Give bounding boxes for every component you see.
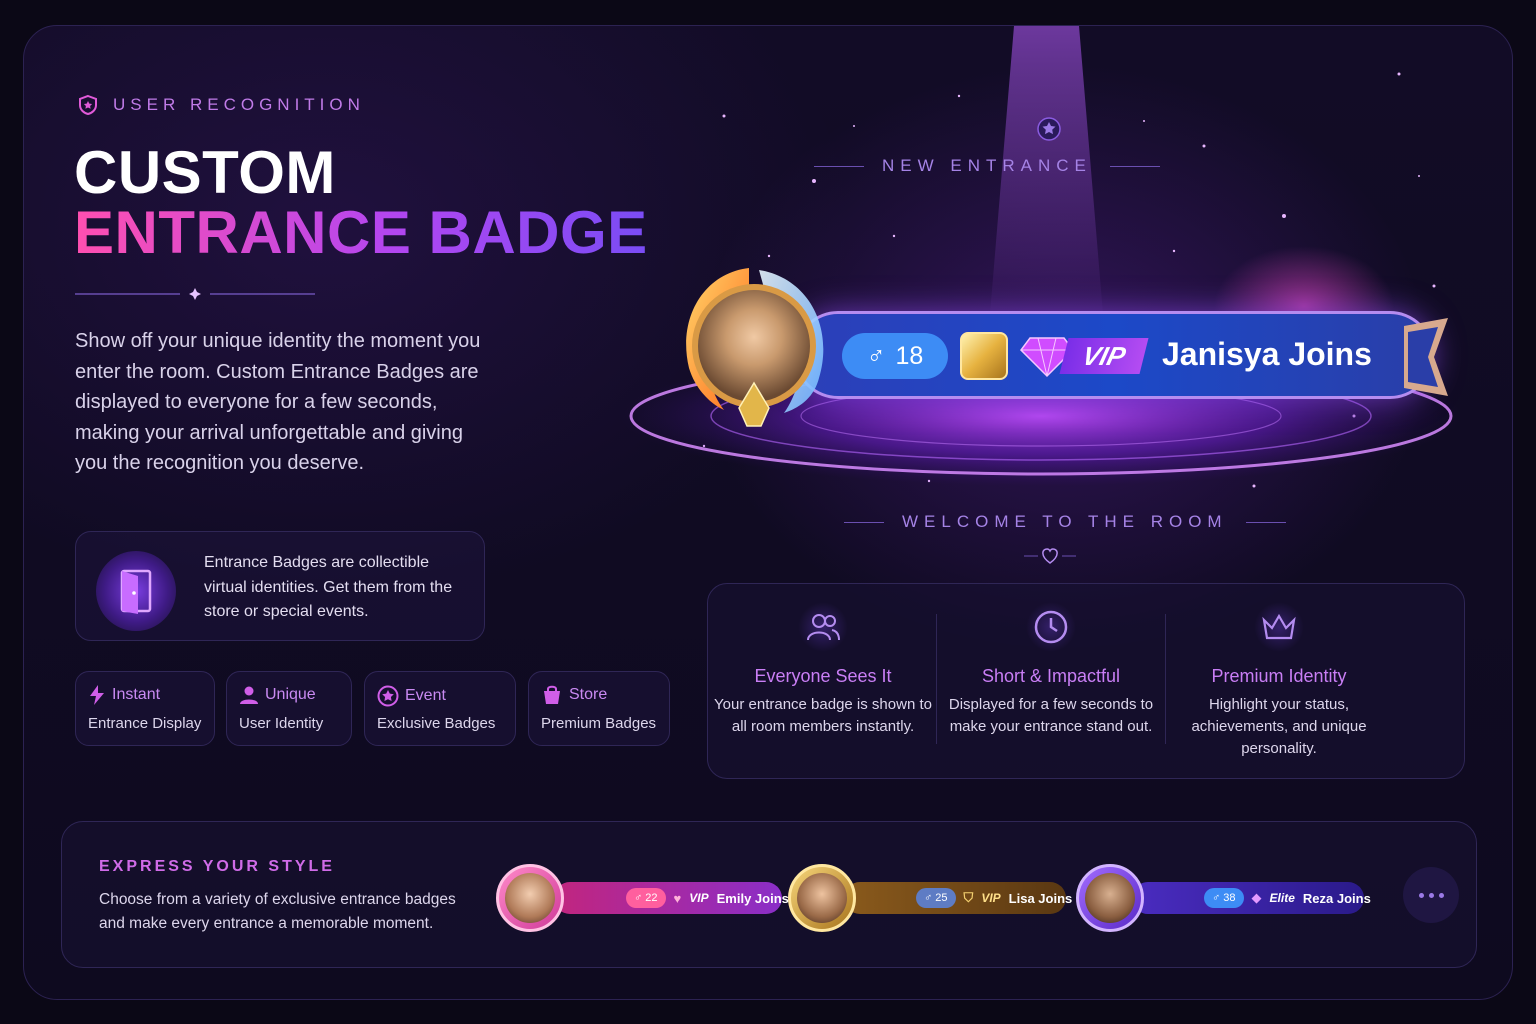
feature-desc: Highlight your status, achievements, and… (1191, 696, 1367, 757)
welcome-text: WELCOME TO THE ROOM (902, 512, 1228, 531)
express-desc: Choose from a variety of exclusive entra… (99, 891, 456, 933)
star-badge-icon (377, 685, 399, 707)
dot (1438, 892, 1444, 898)
intro-paragraph: Show off your unique identity the moment… (75, 330, 481, 475)
feature-everyone: Everyone Sees It Your entrance badge is … (708, 602, 938, 738)
user-icon (240, 686, 258, 704)
label-line-right (1245, 521, 1286, 523)
shield-icon (79, 94, 97, 116)
sample-age: ♂ 38 (1204, 888, 1244, 908)
users-icon (798, 602, 848, 652)
page-title-line2: ENTRANCE BADGE (74, 199, 648, 266)
avatar (788, 864, 856, 932)
sample-tier: VIP (689, 891, 709, 905)
vip-tag: VIP (1059, 338, 1149, 374)
eyebrow-text: USER RECOGNITION (113, 95, 365, 114)
new-entrance-text: NEW ENTRANCE (882, 156, 1092, 175)
chip-title: Store (569, 686, 608, 703)
dot (1418, 892, 1424, 898)
feature-short: Short & Impactful Displayed for a few se… (936, 602, 1166, 738)
sparkle-divider (75, 288, 315, 300)
section-eyebrow: USER RECOGNITION (77, 94, 365, 116)
sample-age: ♂ 25 (916, 888, 956, 908)
avatar-photo (505, 873, 555, 923)
vip-text: VIP (1079, 340, 1129, 371)
info-box: Entrance Badges are collectible virtual … (75, 531, 485, 641)
chip-subtitle: Entrance Display (88, 715, 202, 732)
sample-name: Reza Joins (1302, 890, 1371, 906)
main-panel: USER RECOGNITION CUSTOM ENTRANCE BADGE S… (23, 25, 1513, 1000)
label-line-left (814, 165, 864, 167)
new-entrance-label: NEW ENTRANCE (814, 156, 1160, 176)
chip-subtitle: Premium Badges (541, 715, 657, 732)
male-icon: ♂ (866, 341, 886, 370)
chip-event: Event Exclusive Badges (364, 671, 516, 746)
door-icon (96, 551, 176, 631)
sample-badge-emily[interactable]: ♂ 22 ♥ VIP Emily Joins (554, 882, 789, 914)
avatar (496, 864, 564, 932)
lightning-icon (90, 685, 104, 705)
badge-wing-ribbon (1404, 318, 1448, 396)
sample-age: ♂ 22 (626, 888, 666, 908)
page-title-line1: CUSTOM (74, 139, 336, 206)
chip-store: Store Premium Badges (528, 671, 670, 746)
sample-name: Emily Joins (716, 890, 789, 906)
more-options-button[interactable] (1403, 867, 1459, 923)
express-style-panel: EXPRESS YOUR STYLE Choose from a variety… (61, 821, 1477, 968)
chip-instant: Instant Entrance Display (75, 671, 215, 746)
badge-name: Janisya Joins (1162, 336, 1372, 372)
crown-icon (1254, 602, 1304, 652)
avatar-photo (1085, 873, 1135, 923)
gem-emblem-icon (1037, 117, 1061, 141)
sample-badge-lisa[interactable]: ♂ 25 ⛉ VIP Lisa Joins (844, 882, 1072, 914)
shopping-bag-icon (544, 685, 560, 704)
feature-title: Premium Identity (1211, 666, 1347, 686)
heart-badge-icon: ♥ (673, 890, 682, 906)
gem-badge-icon: ◆ (1251, 890, 1262, 905)
heart-icon (1024, 548, 1076, 564)
feature-desc: Displayed for a few seconds to make your… (948, 696, 1154, 735)
info-box-text: Entrance Badges are collectible virtual … (204, 554, 453, 621)
sample-badge-reza[interactable]: ♂ 38 ◆ Elite Reza Joins (1132, 882, 1371, 914)
welcome-label: WELCOME TO THE ROOM (844, 512, 1286, 532)
gender-age-pill: ♂ 18 (842, 333, 948, 379)
label-line-left (844, 521, 884, 523)
feature-title: Short & Impactful (981, 666, 1121, 686)
clock-icon (1026, 602, 1076, 652)
chip-title: Instant (112, 686, 161, 703)
chip-title: Event (405, 687, 446, 704)
feature-title: Everyone Sees It (754, 666, 892, 686)
chip-subtitle: User Identity (239, 715, 324, 732)
express-heading: EXPRESS YOUR STYLE (99, 858, 335, 875)
age-value: 18 (895, 341, 924, 370)
gold-shield-icon: ⛉ (963, 890, 974, 905)
label-line-right (1109, 165, 1160, 167)
features-card: Everyone Sees It Your entrance badge is … (707, 583, 1465, 779)
feature-desc: Your entrance badge is shown to all room… (714, 696, 932, 735)
feature-premium: Premium Identity Highlight your status, … (1164, 602, 1394, 760)
gold-crest-icon (960, 332, 1008, 380)
avatar (1076, 864, 1144, 932)
sample-tier: Elite (1269, 891, 1295, 905)
chip-title: Unique (265, 686, 316, 703)
chip-subtitle: Exclusive Badges (377, 715, 496, 732)
avatar-frame (686, 268, 824, 427)
sample-name: Lisa Joins (1008, 890, 1073, 906)
chip-unique: Unique User Identity (226, 671, 352, 746)
dot (1428, 892, 1434, 898)
sample-tier: VIP (981, 891, 1001, 905)
avatar-photo (797, 873, 847, 923)
